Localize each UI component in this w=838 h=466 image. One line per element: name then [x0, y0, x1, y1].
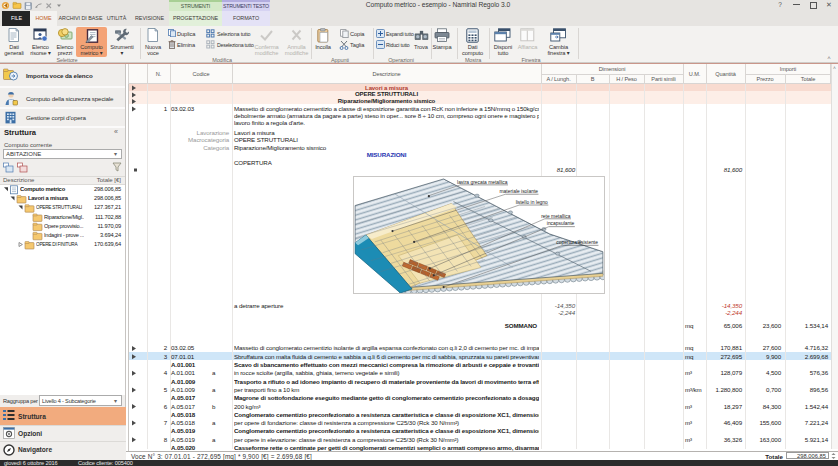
- svg-text:lastra grecata metallica: lastra grecata metallica: [457, 179, 508, 184]
- svg-text:rete metallica: rete metallica: [541, 213, 570, 218]
- svg-text:copertura esistente: copertura esistente: [556, 240, 598, 245]
- svg-text:materiale isolante: materiale isolante: [500, 188, 539, 193]
- svg-text:incapsulante: incapsulante: [547, 221, 575, 226]
- svg-text:listello in legno: listello in legno: [516, 199, 548, 204]
